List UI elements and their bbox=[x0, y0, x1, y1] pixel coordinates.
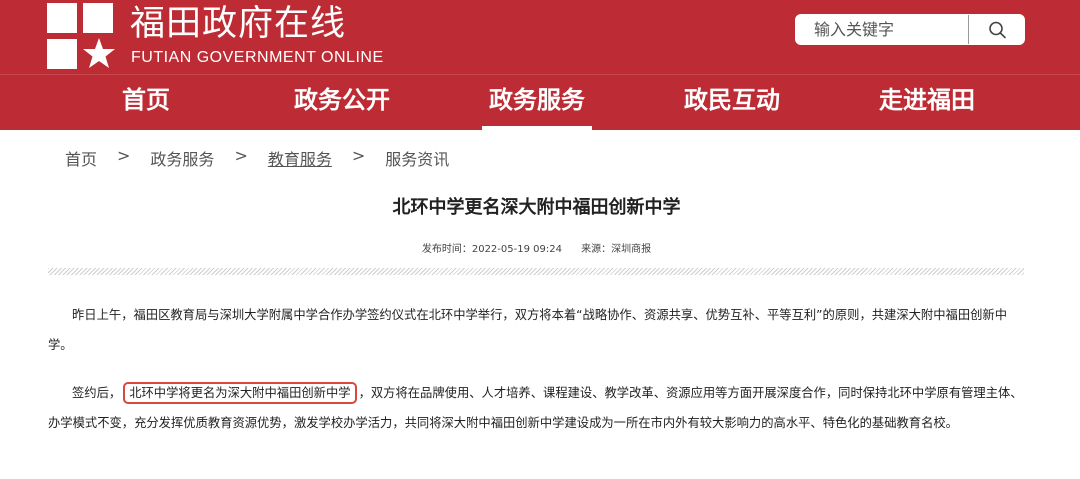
logo-square bbox=[47, 39, 77, 69]
breadcrumb: 首页 > 政务服务 > 教育服务 > 服务资讯 bbox=[65, 146, 449, 170]
site-title[interactable]: 福田政府在线 bbox=[130, 2, 346, 46]
breadcrumb-separator: > bbox=[351, 146, 366, 165]
article-paragraph-1: 昨日上午，福田区教育局与深圳大学附属中学合作办学签约仪式在北环中学举行，双方将本… bbox=[48, 308, 1008, 352]
site-logo-icon[interactable] bbox=[47, 3, 117, 69]
article-source: 来源：深圳商报 bbox=[581, 244, 652, 255]
breadcrumb-home[interactable]: 首页 bbox=[65, 146, 97, 170]
paragraph-text: 签约后， bbox=[72, 386, 122, 400]
article-paragraph-2: 签约后， 北环中学将更名为深大附中福田创新中学 ，双方将在品牌使用、人才培养、课程建… bbox=[48, 378, 1028, 438]
search-button[interactable] bbox=[968, 15, 1024, 44]
nav-item-about-futian[interactable]: 走进福田 bbox=[871, 75, 983, 131]
article-title: 北环中学更名深大附中福田创新中学 bbox=[392, 197, 681, 218]
search-icon bbox=[989, 21, 1006, 39]
breadcrumb-separator: > bbox=[234, 146, 248, 165]
nav-item-home[interactable]: 首页 bbox=[116, 75, 176, 131]
publish-time: 发布时间：2022-05-19 09:24 bbox=[421, 244, 562, 255]
divider bbox=[48, 268, 1024, 275]
highlighted-sentence: 北环中学将更名为深大附中福田创新中学 bbox=[123, 382, 357, 404]
breadcrumb-separator: > bbox=[117, 146, 131, 165]
logo-square bbox=[47, 3, 77, 33]
logo-star-icon bbox=[83, 38, 115, 68]
nav-item-gov-services[interactable]: 政务服务 bbox=[482, 75, 592, 131]
site-header: 福田政府在线 FUTIAN GOVERNMENT ONLINE bbox=[0, 0, 1080, 74]
breadcrumb-education-services[interactable]: 教育服务 bbox=[268, 146, 332, 170]
nav-item-public-interaction[interactable]: 政民互动 bbox=[676, 75, 788, 131]
nav-item-gov-affairs-open[interactable]: 政务公开 bbox=[286, 75, 398, 131]
main-nav: 首页 政务公开 政务服务 政民互动 走进福田 bbox=[0, 74, 1080, 131]
breadcrumb-service-news[interactable]: 服务资讯 bbox=[385, 146, 449, 170]
logo-square bbox=[83, 3, 113, 33]
search-input[interactable] bbox=[796, 15, 968, 44]
search-box bbox=[795, 14, 1025, 45]
breadcrumb-gov-services[interactable]: 政务服务 bbox=[150, 146, 214, 170]
article-meta: 发布时间：2022-05-19 09:24 来源：深圳商报 bbox=[0, 240, 1073, 255]
site-subtitle: FUTIAN GOVERNMENT ONLINE bbox=[131, 49, 384, 66]
